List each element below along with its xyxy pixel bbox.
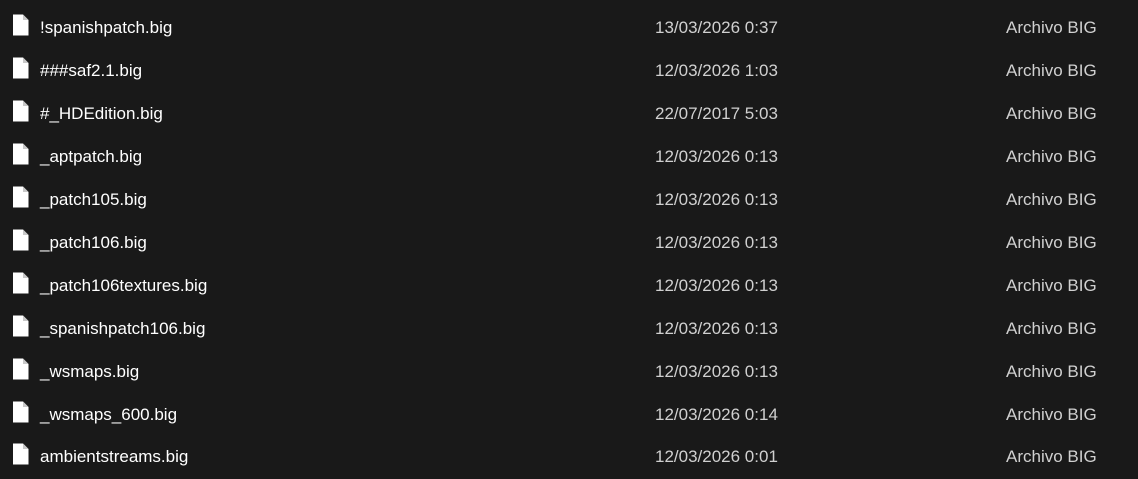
file-name: ambientstreams.big	[40, 447, 189, 466]
file-row[interactable]: _wsmaps.big 12/03/2026 0:13 Archivo BIG	[0, 351, 1138, 394]
file-row[interactable]: _patch105.big 12/03/2026 0:13 Archivo BI…	[0, 179, 1138, 222]
file-icon	[13, 186, 29, 208]
file-type: Archivo BIG	[1006, 362, 1097, 381]
file-date-modified: 12/03/2026 0:13	[655, 233, 778, 252]
file-type: Archivo BIG	[1006, 447, 1097, 466]
file-icon	[13, 14, 29, 36]
file-date-modified: 12/03/2026 0:13	[655, 147, 778, 166]
file-row[interactable]: _aptpatch.big 12/03/2026 0:13 Archivo BI…	[0, 136, 1138, 179]
file-name: !spanishpatch.big	[40, 18, 173, 37]
file-type: Archivo BIG	[1006, 18, 1097, 37]
file-type: Archivo BIG	[1006, 319, 1097, 338]
file-date-modified: 12/03/2026 0:13	[655, 276, 778, 295]
file-icon	[13, 443, 29, 465]
file-icon	[13, 100, 29, 122]
file-name: _wsmaps_600.big	[40, 405, 178, 424]
file-icon	[13, 358, 29, 380]
file-name: _aptpatch.big	[40, 147, 143, 166]
file-icon	[13, 401, 29, 423]
file-type: Archivo BIG	[1006, 61, 1097, 80]
file-name: _wsmaps.big	[40, 362, 140, 381]
file-date-modified: 22/07/2017 5:03	[655, 104, 778, 123]
file-name: _patch106.big	[40, 233, 147, 252]
file-type: Archivo BIG	[1006, 190, 1097, 209]
file-icon	[13, 272, 29, 294]
file-name: _patch105.big	[40, 190, 147, 209]
file-type: Archivo BIG	[1006, 405, 1097, 424]
file-date-modified: 13/03/2026 0:37	[655, 18, 778, 37]
file-type: Archivo BIG	[1006, 147, 1097, 166]
file-icon	[13, 143, 29, 165]
file-row[interactable]: !spanishpatch.big 13/03/2026 0:37 Archiv…	[0, 7, 1138, 50]
file-icon	[13, 315, 29, 337]
file-icon	[13, 57, 29, 79]
file-date-modified: 12/03/2026 0:13	[655, 362, 778, 381]
file-type: Archivo BIG	[1006, 104, 1097, 123]
file-row[interactable]: ambientstreams.big 12/03/2026 0:01 Archi…	[0, 436, 1138, 479]
file-name: _patch106textures.big	[40, 276, 208, 295]
file-row[interactable]: _wsmaps_600.big 12/03/2026 0:14 Archivo …	[0, 394, 1138, 437]
file-type: Archivo BIG	[1006, 233, 1097, 252]
file-list: !spanishpatch.big 13/03/2026 0:37 Archiv…	[0, 0, 1138, 479]
file-date-modified: 12/03/2026 0:01	[655, 447, 778, 466]
file-row[interactable]: #_HDEdition.big 22/07/2017 5:03 Archivo …	[0, 93, 1138, 136]
file-date-modified: 12/03/2026 0:13	[655, 190, 778, 209]
file-row[interactable]: _patch106.big 12/03/2026 0:13 Archivo BI…	[0, 222, 1138, 265]
file-name: ###saf2.1.big	[40, 61, 143, 80]
file-date-modified: 12/03/2026 1:03	[655, 61, 778, 80]
file-name: #_HDEdition.big	[40, 104, 163, 123]
file-row[interactable]: _spanishpatch106.big 12/03/2026 0:13 Arc…	[0, 308, 1138, 351]
file-type: Archivo BIG	[1006, 276, 1097, 295]
file-date-modified: 12/03/2026 0:14	[655, 405, 778, 424]
file-name: _spanishpatch106.big	[40, 319, 206, 338]
file-icon	[13, 229, 29, 251]
file-row[interactable]: ###saf2.1.big 12/03/2026 1:03 Archivo BI…	[0, 50, 1138, 93]
file-date-modified: 12/03/2026 0:13	[655, 319, 778, 338]
file-row[interactable]: _patch106textures.big 12/03/2026 0:13 Ar…	[0, 265, 1138, 308]
